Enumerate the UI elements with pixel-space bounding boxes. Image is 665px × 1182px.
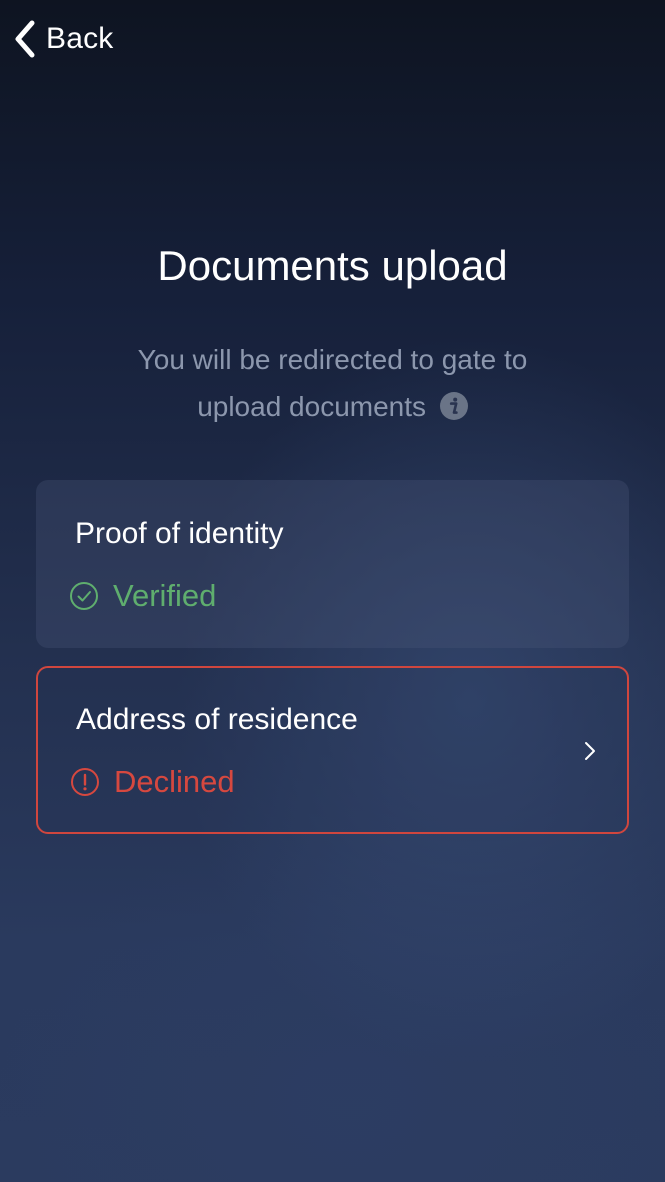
page-subtitle: You will be redirected to gate to upload… bbox=[60, 336, 605, 430]
status-text: Verified bbox=[113, 578, 217, 613]
back-label: Back bbox=[46, 22, 114, 55]
status-text: Declined bbox=[114, 764, 235, 799]
info-icon[interactable] bbox=[439, 392, 468, 420]
chevron-left-icon bbox=[15, 20, 35, 58]
document-title: Proof of identity bbox=[75, 517, 284, 550]
back-button[interactable]: Back bbox=[12, 18, 114, 60]
document-card-proof-of-identity: Proof of identity Verified bbox=[36, 480, 629, 648]
status-badge: Verified bbox=[69, 578, 216, 614]
page-title: Documents upload bbox=[157, 242, 508, 289]
exclamation-circle-icon bbox=[71, 768, 99, 796]
subtitle-line-1: You will be redirected to gate to bbox=[137, 344, 528, 375]
check-circle-icon bbox=[70, 582, 98, 610]
document-card-address-of-residence[interactable]: Address of residence Declined bbox=[36, 666, 629, 834]
subtitle-line-2: upload documents bbox=[197, 391, 427, 422]
document-title: Address of residence bbox=[76, 703, 358, 736]
status-badge: Declined bbox=[70, 764, 235, 800]
chevron-right-icon bbox=[585, 742, 595, 760]
